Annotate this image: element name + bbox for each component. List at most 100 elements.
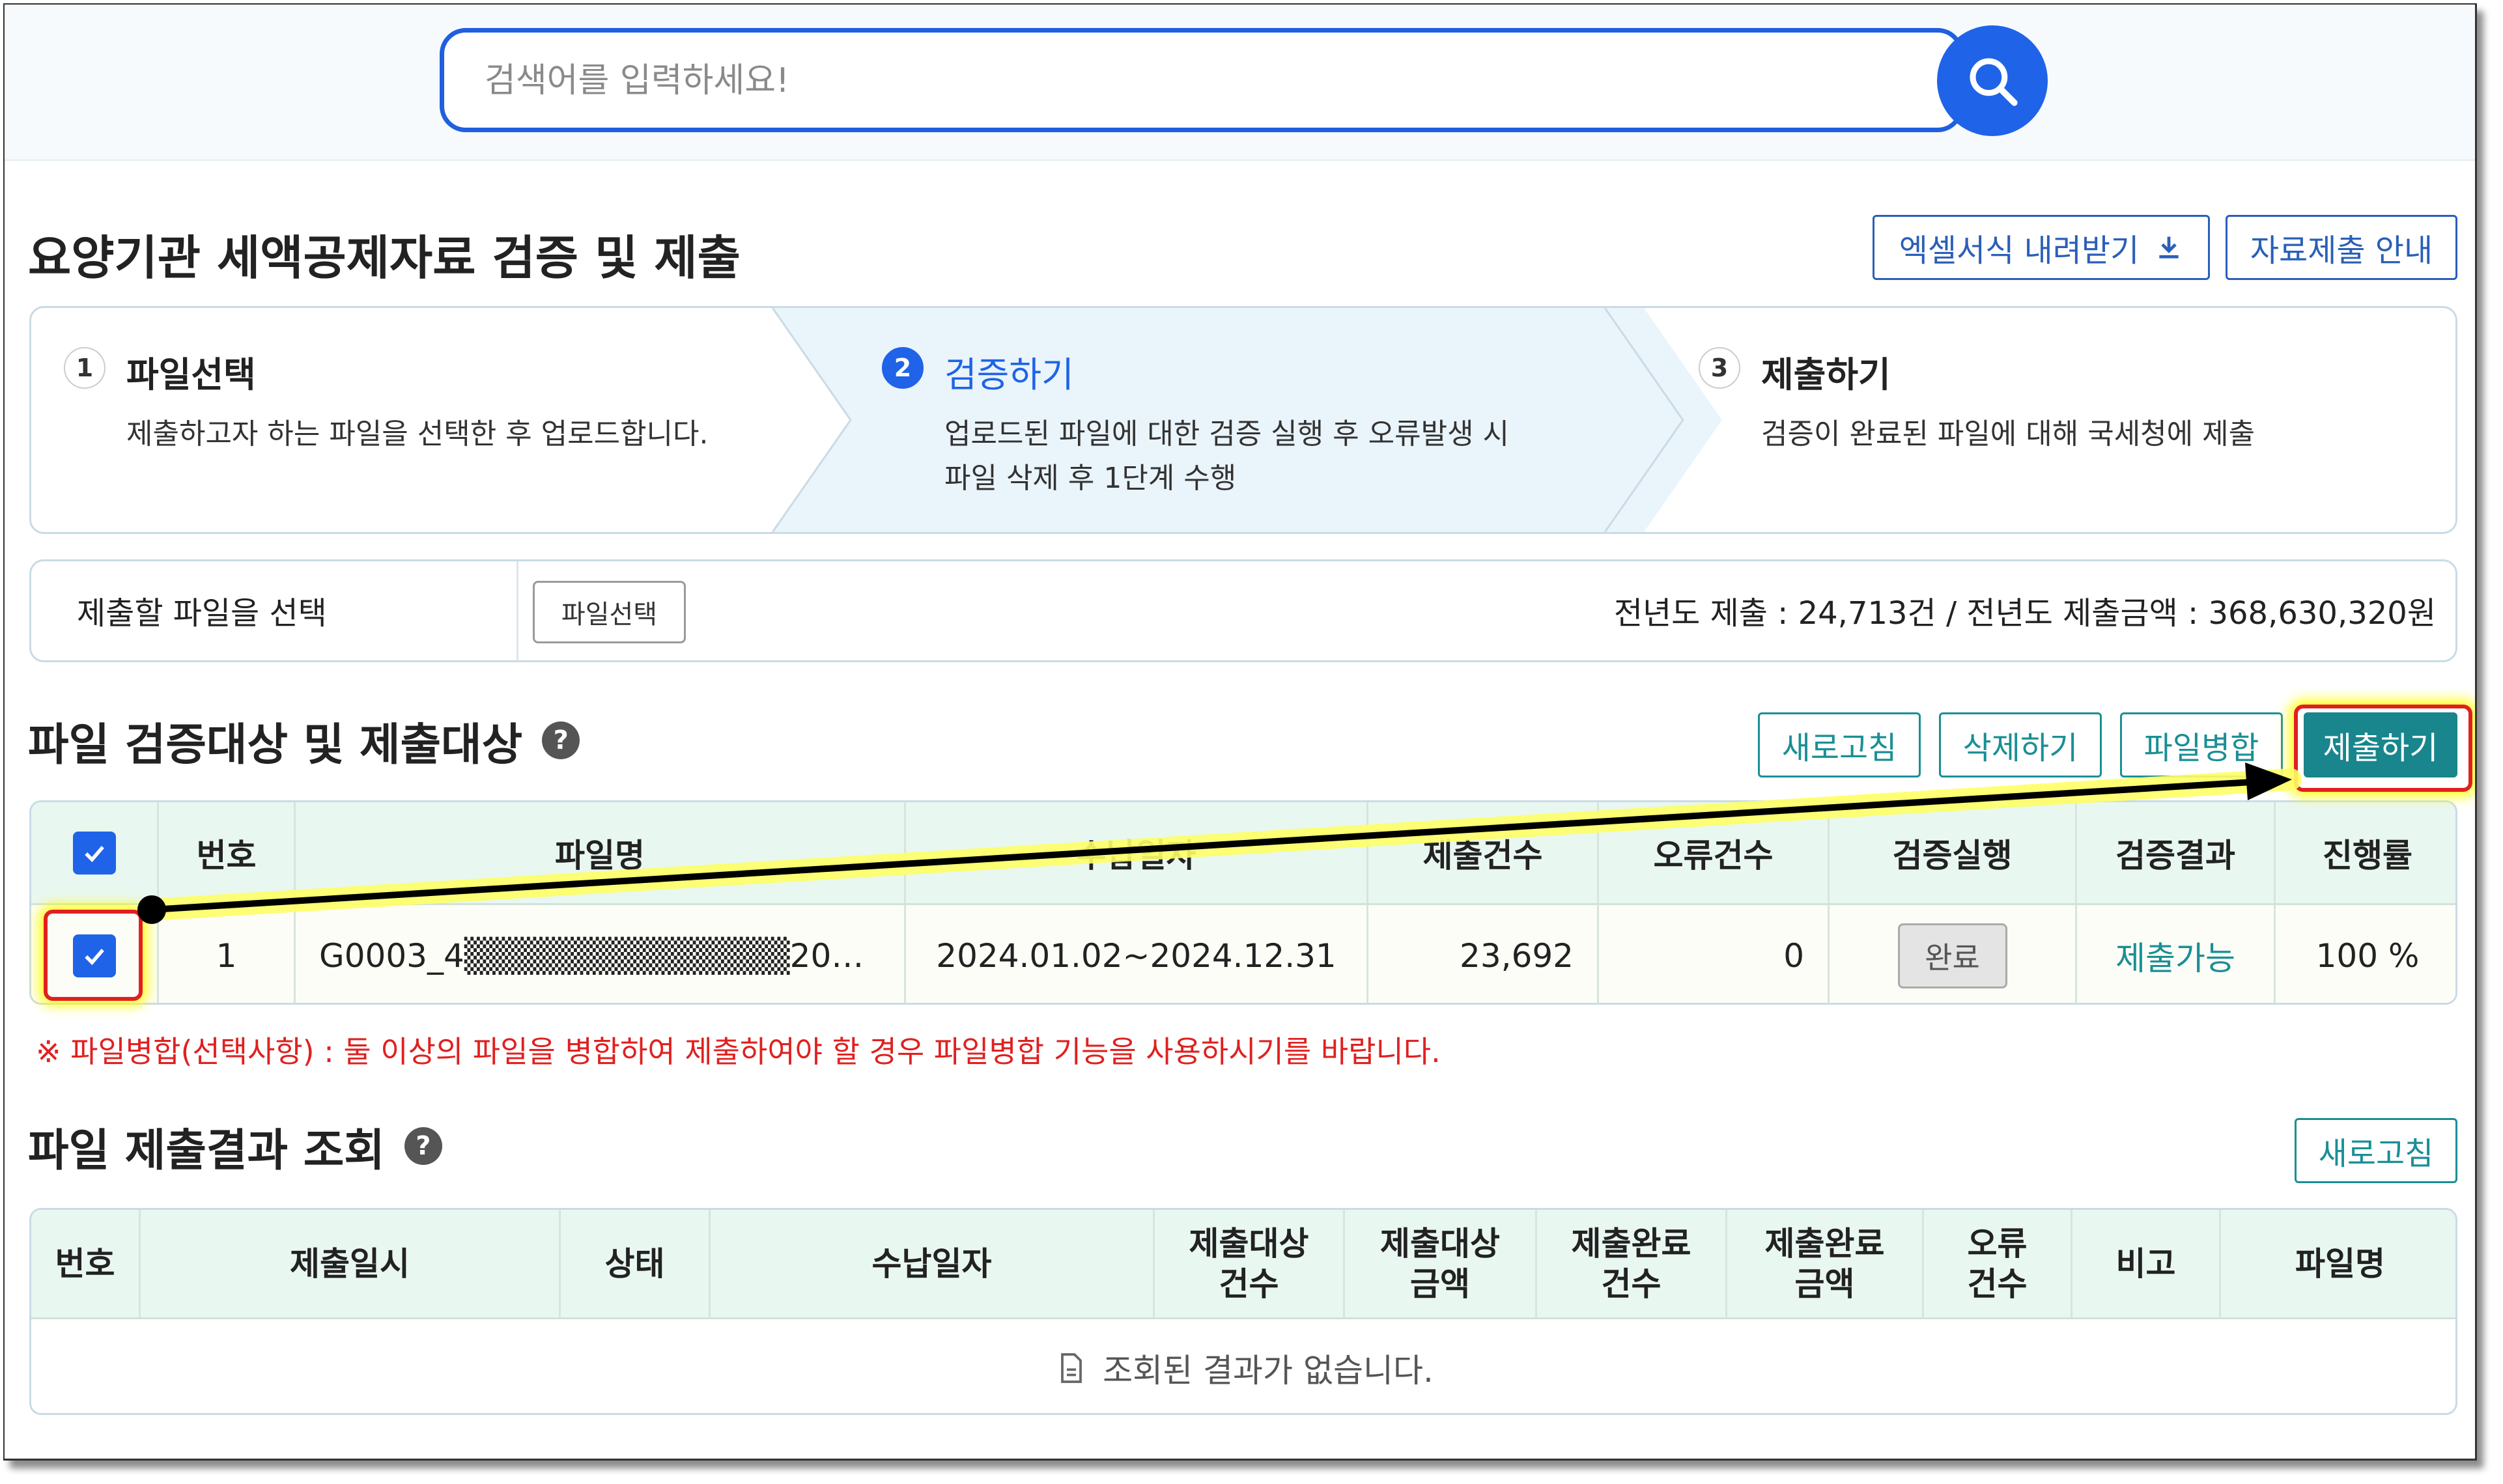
col-header: 파일명 (296, 802, 906, 903)
col-header: 진행률 (2323, 836, 2412, 875)
step-2-desc-line2: 파일 삭제 후 1단계 수행 (944, 462, 1237, 495)
col-header-line1: 파일명 (2295, 1244, 2385, 1283)
file-select-row: 제출할 파일을 선택 파일선택 전년도 제출 : 24,713건 / 전년도 제… (29, 559, 2457, 662)
search-box[interactable] (440, 28, 1964, 132)
header-checkbox-cell (31, 802, 159, 903)
col-header-line1: 제출일시 (290, 1244, 410, 1283)
help-icon[interactable]: ? (404, 1127, 442, 1165)
step-2: 2 검증하기 업로드된 파일에 대한 검증 실행 후 오류발생 시 파일 삭제 … (882, 308, 1598, 532)
col-header: 검증실행 (1830, 802, 2077, 903)
step-2-number: 2 (882, 347, 924, 389)
result-section-title: 파일 제출결과 조회 ? (28, 1113, 442, 1179)
refresh-button[interactable]: 새로고침 (1758, 712, 1921, 777)
search-icon (1970, 58, 2018, 106)
step-indicator: 1 파일선택 제출하고자 하는 파일을 선택한 후 업로드합니다. 2 검증하기… (29, 306, 2457, 534)
col-header-line1: 제출완료 (1571, 1224, 1691, 1263)
col-header: 수납일자 (711, 1210, 1155, 1317)
verify-section-title-text: 파일 검증대상 및 제출대상 (28, 719, 523, 771)
step-3-desc: 검증이 완료된 파일에 대해 국세청에 제출 (1761, 412, 2255, 456)
table-header: 번호 파일명 수납일자 제출건수 오류건수 검증실행 검증결과 진행률 (31, 802, 2455, 905)
col-header: 비고 (2072, 1210, 2221, 1317)
col-header: 오류건수 (1599, 802, 1830, 903)
col-header: 오류건수 (1924, 1210, 2072, 1317)
step-3-desc-line1: 검증이 완료된 파일에 대해 국세청에 제출 (1761, 417, 2256, 451)
file-select-label: 제출할 파일을 선택 (77, 595, 327, 632)
prev-year-summary: 전년도 제출 : 24,713건 / 전년도 제출금액 : 368,630,32… (1613, 595, 2436, 632)
col-header-line1: 제출대상 (1380, 1224, 1500, 1263)
step-1-desc: 제출하고자 하는 파일을 선택한 후 업로드합니다. (126, 412, 709, 456)
col-header-line1: 수납일자 (871, 1244, 992, 1283)
step-1-number: 1 (64, 347, 106, 389)
delete-button[interactable]: 삭제하기 (1939, 712, 2102, 777)
step-3-number: 3 (1699, 347, 1740, 389)
row-count: 23,692 (1368, 905, 1599, 1003)
col-header-line2: 건수 (1601, 1265, 1662, 1303)
step-2-title: 검증하기 (944, 354, 1074, 395)
col-header: 번호 (31, 1210, 141, 1317)
col-header: 제출일시 (141, 1210, 561, 1317)
verify-table: 번호 파일명 수납일자 제출건수 오류건수 검증실행 검증결과 진행률 1 G0… (29, 800, 2457, 1005)
row-errors: 0 (1599, 905, 1830, 1003)
table-row[interactable]: 1 G0003_4▒▒▒▒▒▒▒▒▒▒▒▒▒20… 2024.01.02~202… (31, 905, 2455, 1003)
result-refresh-button[interactable]: 새로고침 (2295, 1118, 2457, 1183)
row-run-cell: 완료 (1830, 905, 2077, 1003)
col-header-line2: 금액 (1410, 1265, 1470, 1303)
search-button[interactable] (1937, 25, 2048, 136)
col-header: 제출건수 (1368, 802, 1599, 903)
col-header-line1: 상태 (604, 1244, 665, 1283)
top-bar (5, 5, 2475, 161)
col-header: 제출대상 금액 (1345, 1210, 1537, 1317)
col-header-line1: 오류 (1967, 1224, 2028, 1263)
col-header-line1: 번호 (55, 1244, 115, 1283)
page: 요양기관 세액공제자료 검증 및 제출 엑셀서식 내려받기 자료제출 안내 1 … (3, 3, 2477, 1461)
file-select-button[interactable]: 파일선택 (533, 581, 686, 643)
col-header-line1: 제출대상 (1189, 1224, 1309, 1263)
step-1-title: 파일선택 (126, 354, 256, 395)
search-input[interactable] (483, 33, 1919, 129)
col-header-line2: 금액 (1794, 1265, 1855, 1303)
col-header: 파일명 (2221, 1210, 2455, 1317)
col-header: 제출대상 건수 (1155, 1210, 1345, 1317)
step-1-desc-line1: 제출하고자 하는 파일을 선택한 후 업로드합니다. (126, 417, 709, 451)
excel-download-label: 엑셀서식 내려받기 (1899, 232, 2140, 269)
col-header: 상태 (561, 1210, 711, 1317)
submit-button-highlight (2294, 705, 2472, 792)
step-3-title: 제출하기 (1761, 354, 1891, 395)
result-section-title-text: 파일 제출결과 조회 (28, 1125, 385, 1177)
row-progress: 100 % (2315, 937, 2420, 975)
divider (516, 561, 518, 660)
result-table: 번호 제출일시 상태 수납일자 제출대상 건수 제출대상 금액 제출완료 건수 제출완… (29, 1208, 2457, 1415)
col-header: 검증결과 (2077, 802, 2276, 903)
check-icon (84, 845, 104, 862)
guide-button[interactable]: 자료제출 안내 (2226, 215, 2457, 280)
document-icon (1061, 1353, 1082, 1383)
col-header-line2: 건수 (1219, 1265, 1279, 1303)
excel-download-button[interactable]: 엑셀서식 내려받기 (1873, 215, 2210, 280)
row-filename: G0003_4▒▒▒▒▒▒▒▒▒▒▒▒▒20… (296, 905, 906, 1003)
page-title: 요양기관 세액공제자료 검증 및 제출 (28, 231, 741, 285)
verify-section-title: 파일 검증대상 및 제출대상 ? (28, 708, 580, 773)
table-header: 번호 제출일시 상태 수납일자 제출대상 건수 제출대상 금액 제출완료 건수 제출완… (31, 1210, 2455, 1319)
merge-notice: ※ 파일병합(선택사항) : 둘 이상의 파일을 병합하여 제출하여야 할 경우… (36, 1034, 1441, 1069)
step-1: 1 파일선택 제출하고자 하는 파일을 선택한 후 업로드합니다. (64, 308, 780, 532)
row-period: 2024.01.02~2024.12.31 (906, 905, 1368, 1003)
step-2-desc-line1: 업로드된 파일에 대한 검증 실행 후 오류발생 시 (944, 417, 1510, 451)
col-header: 수납일자 (906, 802, 1368, 903)
step-3: 3 제출하기 검증이 완료된 파일에 대해 국세청에 제출 (1699, 308, 2415, 532)
col-header: 제출완료 건수 (1537, 1210, 1727, 1317)
step-2-desc: 업로드된 파일에 대한 검증 실행 후 오류발생 시 파일 삭제 후 1단계 수… (944, 412, 1509, 501)
col-header: 제출완료 금액 (1727, 1210, 1924, 1317)
row-number: 1 (159, 905, 296, 1003)
empty-result: 조회된 결과가 없습니다. (31, 1319, 2455, 1413)
col-header: 번호 (159, 802, 296, 903)
done-button[interactable]: 완료 (1897, 923, 2007, 988)
col-header-line1: 비고 (2115, 1244, 2176, 1283)
row-result[interactable]: 제출가능 (2077, 905, 2276, 1003)
merge-button[interactable]: 파일병합 (2120, 712, 2283, 777)
row-checkbox-highlight (44, 910, 143, 1001)
select-all-checkbox[interactable] (72, 831, 116, 875)
guide-label: 자료제출 안내 (2250, 232, 2433, 269)
col-header-line2: 건수 (1967, 1265, 2028, 1303)
help-icon[interactable]: ? (542, 721, 580, 759)
empty-result-message: 조회된 결과가 없습니다. (1103, 1352, 1434, 1390)
